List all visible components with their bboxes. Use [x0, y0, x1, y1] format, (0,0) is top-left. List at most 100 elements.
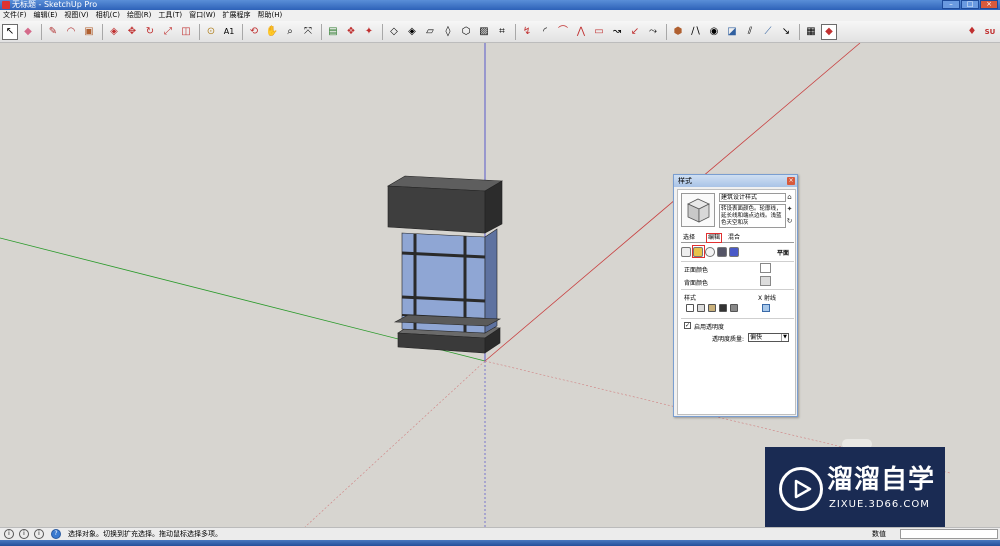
transparency-quality-select[interactable]: 偏快 ▼ [748, 333, 789, 342]
watermark-title: 溜溜自学 [827, 465, 936, 495]
modeling-settings-icon[interactable] [729, 247, 739, 257]
view-tool-icon[interactable]: ↘ [778, 24, 794, 40]
sandbox-tool-icon[interactable]: ◇ [386, 24, 402, 40]
select-tool-icon[interactable]: ↖ [2, 23, 18, 40]
toolbar-separator [199, 23, 200, 40]
arc-tool-icon[interactable]: ◠ [63, 24, 79, 40]
styles-dialog: 样式 × 建筑设计样式 转设表面颜色。轮廓线，延长线和端点边线。浅蓝色天空和灰 … [673, 174, 798, 417]
menu-edit[interactable]: 编辑(E) [34, 10, 58, 21]
maximize-button[interactable]: □ [961, 0, 979, 9]
tab-mix[interactable]: 混合 [728, 234, 740, 242]
toolbar-separator [515, 23, 516, 40]
hidden-line-icon[interactable] [697, 304, 705, 312]
text-tool-icon[interactable]: A1 [221, 24, 237, 40]
extension-tool-icon[interactable]: ✦ [361, 24, 377, 40]
solid-tool-icon[interactable]: ▭ [591, 24, 607, 40]
solid-tool-icon[interactable]: ⋀ [573, 24, 589, 40]
menu-file[interactable]: 文件(F) [3, 10, 27, 21]
divider [681, 318, 794, 319]
styles-dialog-title: 样式 [678, 177, 692, 185]
watermark-settings-icon[interactable] [717, 247, 727, 257]
shape-tool-icon[interactable]: ▣ [81, 24, 97, 40]
transparency-checkbox[interactable]: ✓ [684, 322, 691, 329]
menu-help[interactable]: 帮助(H) [257, 10, 282, 21]
menu-camera[interactable]: 相机(C) [96, 10, 120, 21]
menu-draw[interactable]: 绘图(R) [127, 10, 151, 21]
push-pull-tool-icon[interactable]: ◈ [106, 24, 122, 40]
os-taskbar [0, 540, 1000, 546]
warehouse-tool-icon[interactable]: ▤ [325, 24, 341, 40]
watermark-subtitle: ZIXUE.3D66.COM [829, 499, 930, 510]
close-button[interactable]: × [980, 0, 998, 9]
tab-select[interactable]: 选择 [683, 234, 695, 242]
measurements-input[interactable] [900, 529, 998, 539]
solid-tool-icon[interactable]: ↝ [609, 24, 625, 40]
zoom-tool-icon[interactable]: ⌕ [282, 24, 298, 40]
sandbox-tool-icon[interactable]: ▱ [422, 24, 438, 40]
tape-measure-tool-icon[interactable]: ⊙ [203, 24, 219, 40]
solid-tool-icon[interactable]: ◜ [537, 24, 553, 40]
styles-tabs: 选择 编辑 混合 [681, 233, 794, 243]
back-color-swatch[interactable] [760, 276, 771, 286]
components-tool-icon[interactable]: ❖ [343, 24, 359, 40]
xray-icon[interactable] [762, 304, 770, 312]
style-name-field[interactable]: 建筑设计样式 [719, 193, 786, 202]
edge-settings-icon[interactable] [681, 247, 691, 257]
view-tool-icon[interactable]: ⬢ [670, 24, 686, 40]
front-color-swatch[interactable] [760, 263, 771, 273]
view-tool-icon[interactable]: ◉ [706, 24, 722, 40]
credits-icon[interactable]: i [19, 529, 29, 539]
menu-extensions[interactable]: 扩展程序 [222, 10, 250, 21]
sandbox-tool-icon[interactable]: ▨ [476, 24, 492, 40]
orbit-tool-icon[interactable]: ⟲ [246, 24, 262, 40]
minimize-button[interactable]: – [942, 0, 960, 9]
view-tool-icon[interactable]: ⟋ [760, 24, 776, 40]
front-color-label: 正面颜色 [684, 267, 709, 274]
back-color-label: 背面颜色 [684, 280, 709, 287]
solid-tool-icon[interactable]: ↯ [519, 24, 535, 40]
update-style-icon[interactable]: ⌂ [785, 193, 794, 202]
line-tool-icon[interactable]: ✎ [45, 24, 61, 40]
georeference-icon[interactable]: i [4, 529, 14, 539]
style-tool-icon[interactable]: ▦ [803, 24, 819, 40]
sandbox-tool-icon[interactable]: ◊ [440, 24, 456, 40]
view-tool-icon[interactable]: ⫽ [742, 24, 758, 40]
style-description-field[interactable]: 转设表面颜色。轮廓线，延长线和端点边线。浅蓝色天空和灰 [719, 204, 786, 228]
solid-tool-icon[interactable]: ⤳ [645, 24, 661, 40]
solid-tool-icon[interactable]: ⌒ [555, 24, 571, 40]
dialog-close-icon[interactable]: × [787, 177, 795, 185]
shaded-texture-icon[interactable] [719, 304, 727, 312]
sandbox-tool-icon[interactable]: ◈ [404, 24, 420, 40]
solid-tool-icon[interactable]: ↙ [627, 24, 643, 40]
background-settings-icon[interactable] [705, 247, 715, 257]
ruby-tool-icon[interactable]: ◆ [821, 23, 837, 40]
face-style-icons [686, 304, 738, 314]
refresh-style-icon[interactable]: ↻ [785, 217, 794, 226]
sandbox-tool-icon[interactable]: ⌗ [494, 24, 510, 40]
menu-window[interactable]: 窗口(W) [189, 10, 215, 21]
ruby-icon[interactable]: ♦ [964, 24, 980, 40]
menu-tools[interactable]: 工具(T) [158, 10, 182, 21]
monochrome-icon[interactable] [730, 304, 738, 312]
cube-thumbnail-icon [687, 198, 710, 223]
menu-view[interactable]: 视图(V) [64, 10, 88, 21]
pan-tool-icon[interactable]: ✋ [264, 24, 280, 40]
scale-tool-icon[interactable]: ⤢ [160, 24, 176, 40]
eraser-tool-icon[interactable]: ◆ [20, 24, 36, 40]
styles-dialog-titlebar[interactable]: 样式 × [674, 175, 797, 187]
zoom-extents-tool-icon[interactable]: ⤧ [300, 24, 316, 40]
sandbox-tool-icon[interactable]: ⬡ [458, 24, 474, 40]
toolbar-separator [102, 23, 103, 40]
view-tool-icon[interactable]: ◪ [724, 24, 740, 40]
help-icon[interactable]: ? [51, 529, 61, 539]
wireframe-icon[interactable] [686, 304, 694, 312]
paint-style-icon[interactable]: ✦ [785, 205, 794, 214]
rotate-tool-icon[interactable]: ↻ [142, 24, 158, 40]
su-icon[interactable]: SU [982, 24, 998, 40]
user-icon[interactable]: i [34, 529, 44, 539]
view-tool-icon[interactable]: ∕∖ [688, 24, 704, 40]
shaded-icon[interactable] [708, 304, 716, 312]
window-model[interactable] [386, 175, 504, 354]
move-tool-icon[interactable]: ✥ [124, 24, 140, 40]
offset-tool-icon[interactable]: ◫ [178, 24, 194, 40]
